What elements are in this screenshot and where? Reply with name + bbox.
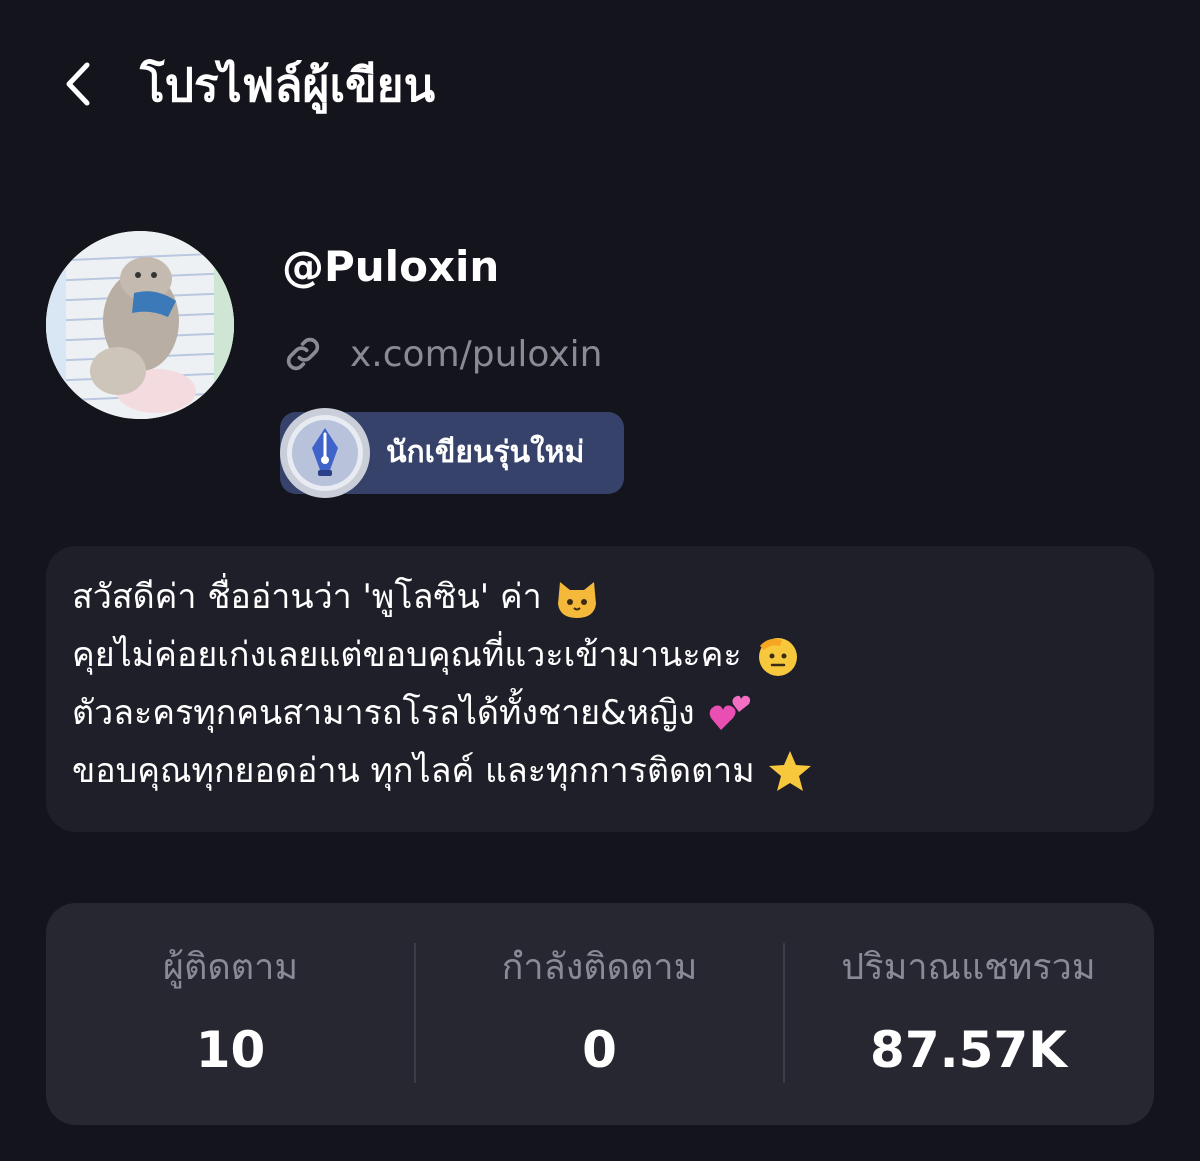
stat-followers[interactable]: ผู้ติดตาม 10 <box>46 903 415 1125</box>
back-button[interactable] <box>48 52 108 116</box>
bio-card: สวัสดีค่า ชื่ออ่านว่า 'พูโลซิน' ค่า คุยไ… <box>46 546 1154 832</box>
writer-badge[interactable]: นักเขียนรุ่นใหม่ <box>280 408 624 498</box>
stat-value: 10 <box>195 1021 266 1079</box>
link-icon <box>280 331 326 377</box>
page-title: โปรไฟล์ผู้เขียน <box>140 58 436 112</box>
bio-line: ขอบคุณทุกยอดอ่าน ทุกไลค์ และทุกการติดตาม <box>72 742 1128 800</box>
stat-total-chats[interactable]: ปริมาณแชทรวม 87.57K <box>784 903 1153 1125</box>
bio-line: สวัสดีค่า ชื่ออ่านว่า 'พูโลซิน' ค่า <box>72 568 1128 626</box>
social-link[interactable]: x.com/puloxin <box>280 326 602 382</box>
bio-line: คุยไม่ค่อยเก่งเลยแต่ขอบคุณที่แวะเข้ามานะ… <box>72 626 1128 684</box>
link-text: x.com/puloxin <box>350 333 603 375</box>
cat-face-emoji <box>557 582 596 618</box>
stat-following[interactable]: กำลังติดตาม 0 <box>415 903 784 1125</box>
avatar[interactable] <box>46 231 234 419</box>
stat-value: 87.57K <box>870 1021 1067 1079</box>
stat-label: กำลังติดตาม <box>501 947 698 988</box>
stat-value: 0 <box>582 1021 617 1079</box>
badge-label: นักเขียนรุ่นใหม่ <box>386 435 585 470</box>
stat-label: ผู้ติดตาม <box>162 947 299 988</box>
pen-nib-medal-icon <box>280 408 370 498</box>
username: @Puloxin <box>282 242 500 291</box>
top-bar: โปรไฟล์ผู้เขียน <box>0 0 1200 170</box>
bio-line: ตัวละครทุกคนสามารถโรลได้ทั้งชาย&หญิง <box>72 684 1128 742</box>
saluting-face-emoji <box>758 638 797 676</box>
stat-label: ปริมาณแชทรวม <box>841 947 1096 988</box>
avatar-image <box>46 231 234 419</box>
two-hearts-emoji <box>709 695 750 730</box>
bio-text: สวัสดีค่า ชื่ออ่านว่า 'พูโลซิน' ค่า <box>72 577 542 617</box>
star-emoji <box>768 751 811 791</box>
bio-text: คุยไม่ค่อยเก่งเลยแต่ขอบคุณที่แวะเข้ามานะ… <box>72 635 742 675</box>
chevron-left-icon <box>66 62 90 106</box>
stats-card: ผู้ติดตาม 10 กำลังติดตาม 0 ปริมาณแชทรวม … <box>46 903 1154 1125</box>
bio-text: ขอบคุณทุกยอดอ่าน ทุกไลค์ และทุกการติดตาม <box>72 751 755 791</box>
bio-text: ตัวละครทุกคนสามารถโรลได้ทั้งชาย&หญิง <box>72 693 695 733</box>
